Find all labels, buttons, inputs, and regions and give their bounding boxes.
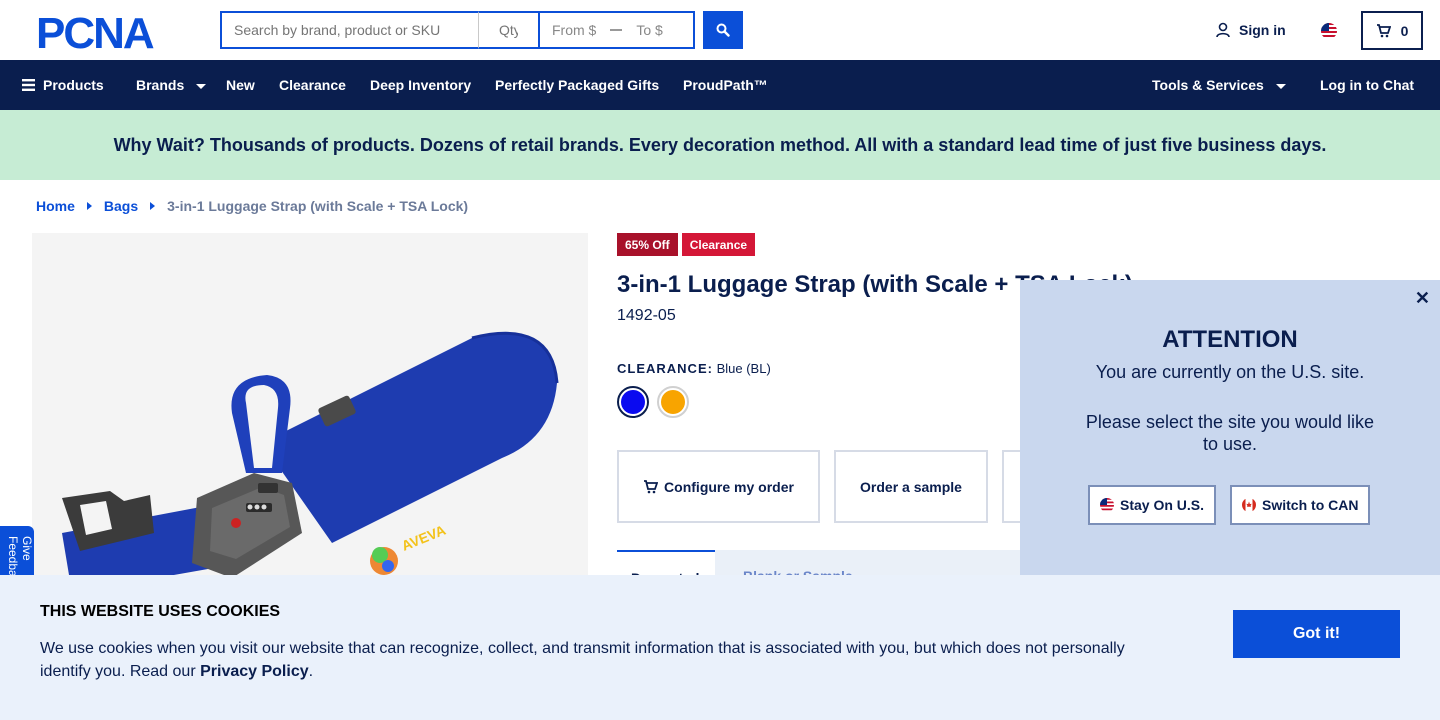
breadcrumb-bags[interactable]: Bags	[104, 198, 138, 214]
color-label: CLEARANCE: Blue (BL)	[617, 361, 771, 376]
switch-can-button[interactable]: Switch to CAN	[1230, 485, 1371, 525]
search-icon	[716, 23, 730, 37]
us-flag-icon[interactable]	[1321, 23, 1337, 39]
product-image[interactable]: AVEVA	[32, 233, 588, 593]
qty-input[interactable]	[478, 11, 540, 49]
nav-gifts-label: Perfectly Packaged Gifts	[495, 77, 660, 93]
got-it-button[interactable]: Got it!	[1233, 610, 1400, 658]
nav-brands[interactable]: Brands	[136, 77, 207, 93]
cookie-text-period: .	[308, 663, 314, 680]
search-button[interactable]	[703, 11, 743, 49]
price-range[interactable]: From $ To $	[540, 11, 695, 49]
logo-text: PCNA	[36, 11, 154, 51]
stay-us-label: Stay On U.S.	[1120, 497, 1205, 513]
swatch-orange-dot	[661, 390, 685, 414]
cookie-title: THIS WEBSITE USES COOKIES	[40, 603, 281, 620]
color-label-value: Blue (BL)	[716, 361, 771, 376]
chevron-down-icon	[196, 83, 207, 89]
configure-order-label: Configure my order	[664, 478, 794, 495]
site-header: PCNA From $ To $ Sign in	[0, 0, 1440, 60]
privacy-policy-link[interactable]: Privacy Policy	[200, 663, 309, 680]
signin-label: Sign in	[1239, 22, 1286, 38]
price-dash	[610, 29, 623, 31]
cart-button[interactable]: 0	[1361, 11, 1423, 50]
switch-can-label: Switch to CAN	[1262, 497, 1359, 513]
nav-tools[interactable]: Tools & Services	[1152, 77, 1286, 93]
nav-deep-inventory-label: Deep Inventory	[370, 77, 472, 93]
price-to-field[interactable]: To $	[636, 22, 662, 38]
price-from-field[interactable]: From $	[552, 22, 596, 38]
nav-products[interactable]: Products	[22, 77, 104, 93]
popup-message-current-site: You are currently on the U.S. site.	[1095, 362, 1365, 382]
breadcrumb-arrow-icon	[86, 202, 92, 210]
color-swatches	[617, 386, 689, 418]
search-bar: From $ To $	[220, 11, 743, 49]
nav-deep-inventory[interactable]: Deep Inventory	[370, 77, 471, 93]
clearance-badge: Clearance	[681, 233, 756, 256]
swatch-blue[interactable]	[617, 386, 649, 418]
us-flag-icon	[1100, 498, 1114, 512]
region-popup: ✕ ATTENTION You are currently on the U.S…	[1020, 280, 1440, 575]
nav-brands-label: Brands	[136, 77, 185, 93]
configure-order-button[interactable]: Configure my order	[617, 450, 820, 523]
nav-new[interactable]: New	[226, 77, 255, 93]
nav-chat-label: Log in to Chat	[1320, 77, 1415, 93]
close-icon[interactable]: ✕	[1415, 288, 1430, 309]
nav-proudpath-label: ProudPath™	[683, 77, 768, 93]
popup-buttons: Stay On U.S. Switch to CAN	[1088, 485, 1371, 525]
breadcrumb-home[interactable]: Home	[36, 198, 75, 214]
nav-tools-label: Tools & Services	[1152, 77, 1264, 93]
nav-clearance[interactable]: Clearance	[279, 77, 346, 93]
discount-badge: 65% Off	[617, 233, 678, 256]
order-sample-button[interactable]: Order a sample	[834, 450, 988, 523]
swatch-blue-dot	[621, 390, 645, 414]
tab-decorated[interactable]: Decorated	[617, 550, 715, 576]
pcna-logo[interactable]: PCNA	[36, 11, 186, 51]
signin-link[interactable]: Sign in	[1215, 22, 1286, 38]
nav-chat[interactable]: Log in to Chat	[1320, 77, 1414, 93]
cookie-banner: THIS WEBSITE USES COOKIES We use cookies…	[0, 575, 1440, 720]
promo-banner: Why Wait? Thousands of products. Dozens …	[0, 110, 1440, 180]
tab-blank-sample[interactable]: Blank or Sample	[729, 550, 853, 576]
main-nav: Products Brands New Clearance Deep Inven…	[0, 60, 1440, 110]
nav-new-label: New	[226, 77, 255, 93]
user-icon	[1216, 22, 1230, 38]
chevron-down-icon	[1275, 83, 1286, 89]
product-sku: 1492-05	[617, 307, 676, 324]
order-sample-label: Order a sample	[860, 478, 962, 495]
menu-icon	[22, 79, 35, 91]
popup-message-select: Please select the site you would like to…	[1085, 412, 1375, 454]
cart-icon	[644, 479, 659, 493]
search-input[interactable]	[220, 11, 478, 49]
nav-products-label: Products	[43, 77, 104, 93]
cookie-text: We use cookies when you visit our websit…	[40, 637, 1160, 683]
popup-title: ATTENTION	[1162, 326, 1298, 353]
cart-count: 0	[1400, 22, 1409, 39]
nav-clearance-label: Clearance	[279, 77, 346, 93]
stay-us-button[interactable]: Stay On U.S.	[1088, 485, 1217, 525]
swatch-orange[interactable]	[657, 386, 689, 418]
nav-proudpath[interactable]: ProudPath™	[683, 77, 768, 93]
image-logo-text: AVEVA	[399, 522, 448, 554]
product-tabs: Decorated Blank or Sample	[617, 550, 1020, 576]
breadcrumb-arrow-icon	[150, 202, 156, 210]
promo-banner-text: Why Wait? Thousands of products. Dozens …	[113, 134, 1327, 155]
color-label-key: CLEARANCE:	[617, 361, 713, 376]
cart-icon	[1376, 23, 1391, 37]
breadcrumb: Home Bags 3-in-1 Luggage Strap (with Sca…	[36, 198, 468, 214]
breadcrumb-current: 3-in-1 Luggage Strap (with Scale + TSA L…	[167, 198, 469, 214]
luggage-strap-image: AVEVA	[62, 331, 559, 593]
canada-flag-icon	[1242, 498, 1257, 512]
nav-gifts[interactable]: Perfectly Packaged Gifts	[495, 77, 659, 93]
product-badges: 65% Off Clearance	[617, 233, 756, 256]
